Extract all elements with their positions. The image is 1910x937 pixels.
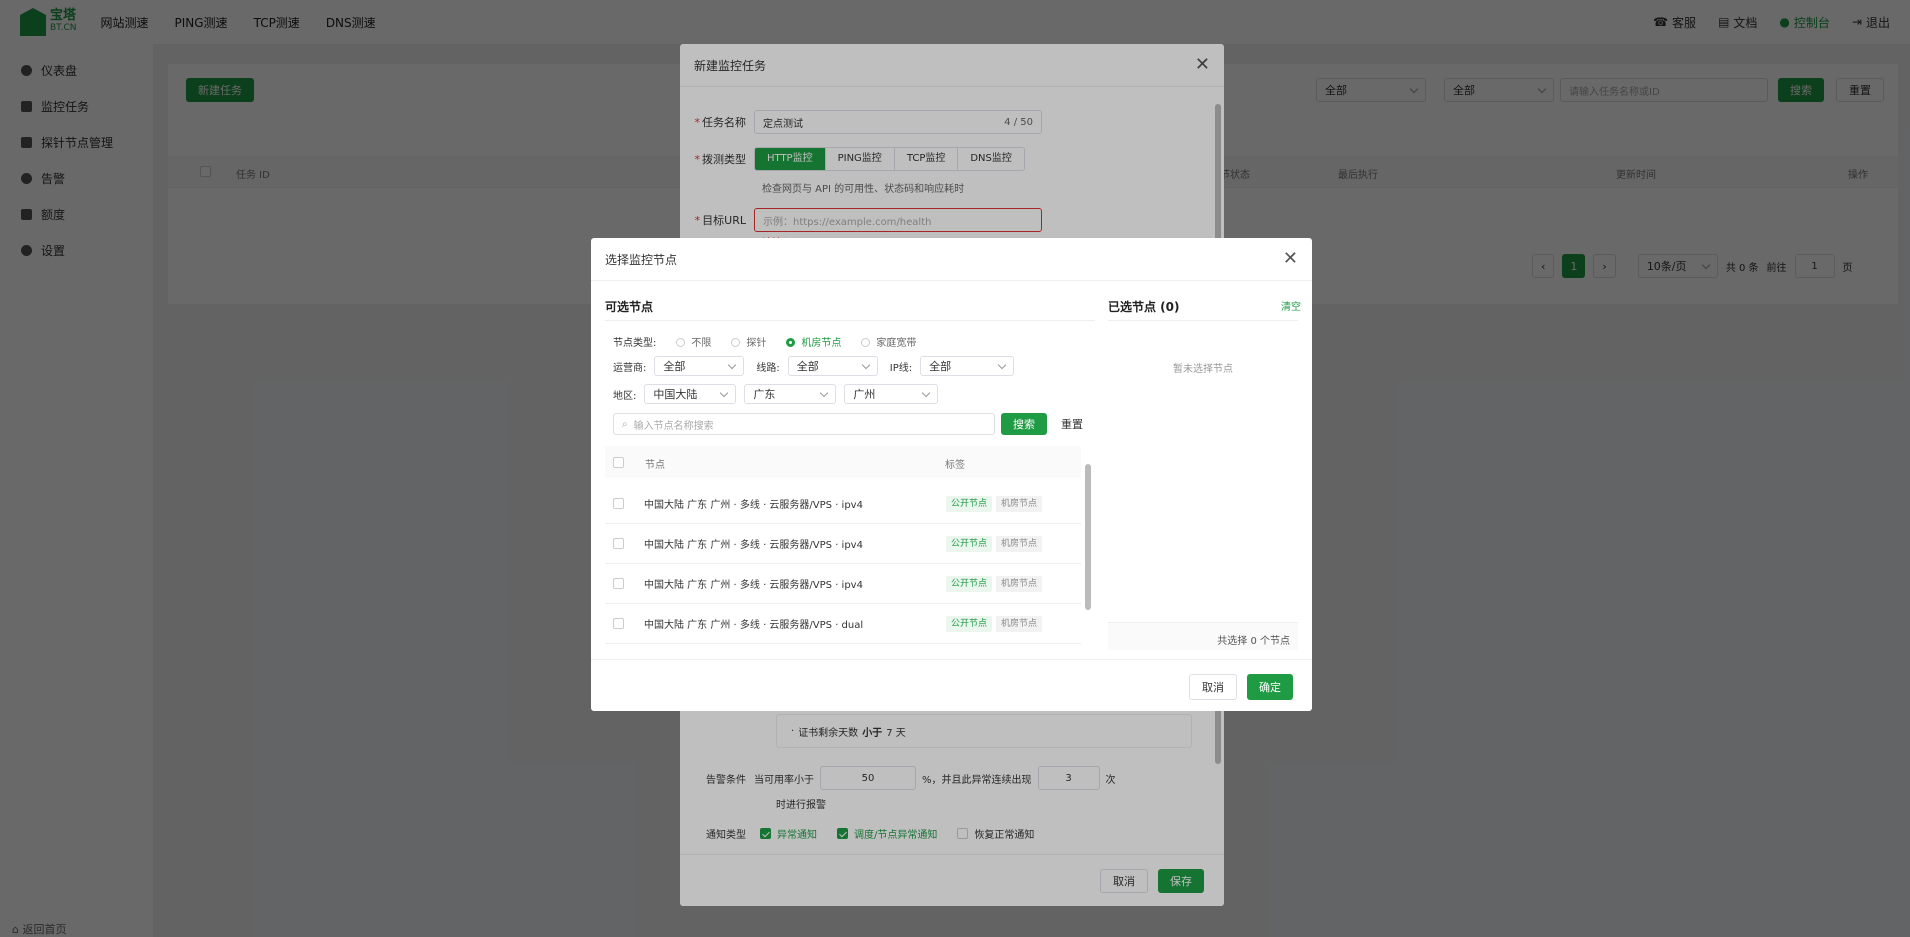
chevron-down-icon bbox=[861, 360, 870, 369]
clear-link[interactable]: 清空 bbox=[1281, 298, 1301, 313]
row-checkbox[interactable] bbox=[613, 538, 624, 549]
region-label: 地区: bbox=[613, 390, 637, 402]
table-row[interactable]: 中国大陆 广东 广州 · 多线 · 云服务器/VPS · ipv4 公开节点 机… bbox=[605, 564, 1081, 604]
col-node: 节点 bbox=[645, 460, 665, 471]
radio-home[interactable]: 家庭宽带 bbox=[861, 334, 916, 349]
chevron-down-icon bbox=[997, 360, 1007, 369]
table-row[interactable]: 中国大陆 广东 广州 · 多线 · 云服务器/VPS · dual 公开节点 机… bbox=[605, 604, 1081, 644]
region-country-select[interactable]: 中国大陆 bbox=[644, 384, 737, 404]
radio-icon bbox=[731, 338, 741, 347]
empty-selection-text: 暂未选择节点 bbox=[1173, 364, 1233, 375]
tag-public: 公开节点 bbox=[946, 495, 993, 512]
tag-idc: 机房节点 bbox=[996, 615, 1043, 632]
ip-label: IP线: bbox=[889, 362, 913, 374]
node-type-label: 节点类型: bbox=[613, 338, 657, 349]
table-row[interactable]: 中国大陆 广东 广州 · 多线 · 云服务器/VPS · ipv4 公开节点 机… bbox=[605, 484, 1081, 524]
row-checkbox[interactable] bbox=[613, 498, 624, 509]
confirm-button[interactable]: 确定 bbox=[1247, 674, 1293, 700]
region-city-select[interactable]: 广州 bbox=[844, 384, 939, 404]
close-icon[interactable]: ✕ bbox=[1283, 250, 1298, 268]
available-nodes-title: 可选节点 bbox=[605, 300, 654, 314]
radio-probe[interactable]: 探针 bbox=[731, 334, 766, 349]
ip-select[interactable]: 全部 bbox=[920, 356, 1015, 376]
search-icon: ⌕ bbox=[622, 418, 628, 430]
selection-summary: 共选择 0 个节点 bbox=[1108, 622, 1298, 650]
radio-any[interactable]: 不限 bbox=[676, 334, 711, 349]
tag-public: 公开节点 bbox=[946, 575, 993, 592]
cancel-button[interactable]: 取消 bbox=[1189, 674, 1237, 700]
chevron-down-icon bbox=[922, 388, 931, 397]
line-label: 线路: bbox=[756, 362, 780, 374]
tag-idc: 机房节点 bbox=[996, 495, 1043, 512]
dialog-title: 选择监控节点 bbox=[605, 252, 678, 267]
tag-public: 公开节点 bbox=[946, 535, 993, 552]
node-name: 中国大陆 广东 广州 · 多线 · 云服务器/VPS · ipv4 bbox=[644, 580, 863, 591]
selected-nodes-title: 已选节点 (0) bbox=[1108, 300, 1180, 314]
scrollbar-thumb[interactable] bbox=[1085, 464, 1091, 610]
tag-idc: 机房节点 bbox=[996, 535, 1043, 552]
node-name: 中国大陆 广东 广州 · 多线 · 云服务器/VPS · ipv4 bbox=[644, 540, 863, 551]
node-search-input[interactable]: ⌕ 输入节点名称搜索 bbox=[613, 413, 995, 435]
node-name: 中国大陆 广东 广州 · 多线 · 云服务器/VPS · ipv4 bbox=[644, 500, 863, 511]
tag-public: 公开节点 bbox=[946, 615, 993, 632]
region-province-select[interactable]: 广东 bbox=[744, 384, 837, 404]
line-select[interactable]: 全部 bbox=[787, 356, 878, 376]
select-nodes-dialog: 选择监控节点 ✕ 可选节点 已选节点 (0) 清空 节点类型: 不限 探针 机房… bbox=[591, 238, 1312, 711]
node-name: 中国大陆 广东 广州 · 多线 · 云服务器/VPS · dual bbox=[644, 620, 864, 631]
tag-idc: 机房节点 bbox=[996, 575, 1043, 592]
table-row[interactable]: 中国大陆 广东 广州 · 多线 · 云服务器/VPS · ipv4 公开节点 机… bbox=[605, 524, 1081, 564]
radio-icon bbox=[861, 338, 871, 347]
row-checkbox[interactable] bbox=[613, 578, 624, 589]
chevron-down-icon bbox=[820, 388, 829, 397]
radio-icon bbox=[676, 338, 686, 347]
node-list-scrollbar[interactable] bbox=[1083, 450, 1093, 642]
node-table-header: 节点 标签 bbox=[605, 446, 1081, 478]
chevron-down-icon bbox=[728, 360, 737, 369]
select-all-nodes-checkbox[interactable] bbox=[613, 457, 624, 468]
isp-select[interactable]: 全部 bbox=[654, 356, 745, 376]
row-checkbox[interactable] bbox=[613, 618, 624, 629]
radio-icon bbox=[786, 338, 796, 347]
chevron-down-icon bbox=[720, 388, 729, 397]
isp-label: 运营商: bbox=[613, 362, 647, 374]
col-tags: 标签 bbox=[945, 460, 965, 471]
radio-idc[interactable]: 机房节点 bbox=[786, 334, 841, 349]
node-search-button[interactable]: 搜索 bbox=[1001, 413, 1047, 435]
node-reset-button[interactable]: 重置 bbox=[1049, 413, 1095, 435]
